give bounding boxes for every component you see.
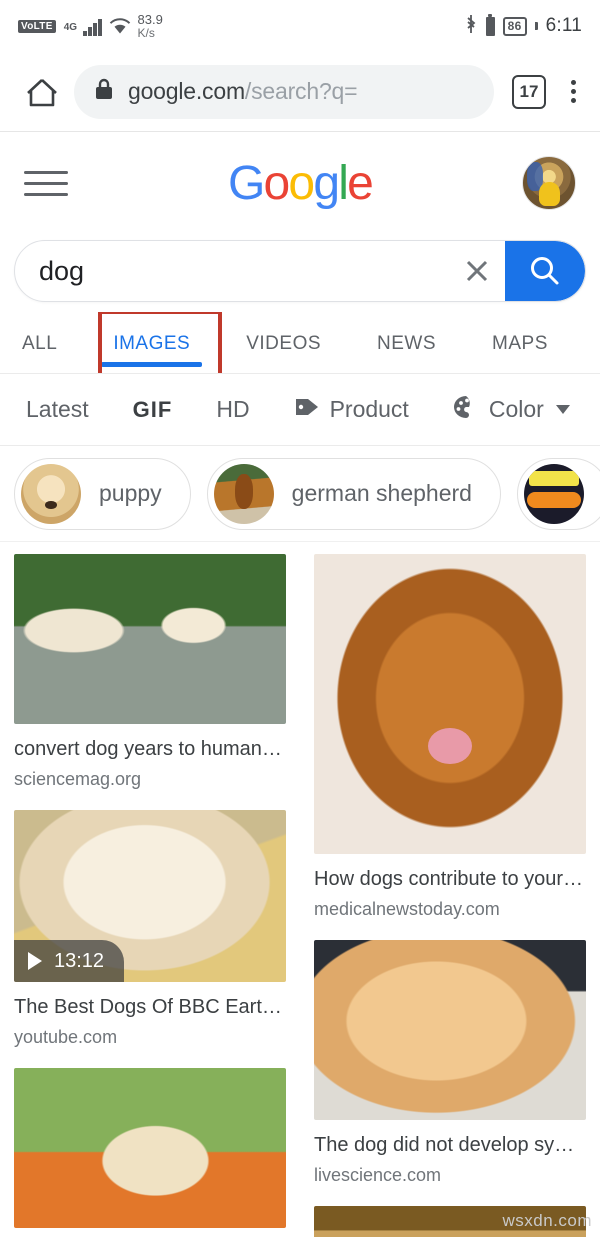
chevron-down-icon[interactable] [555, 405, 570, 414]
filter-color-label: Color [488, 396, 544, 422]
home-icon[interactable] [16, 76, 68, 108]
signal-strength-icon [83, 16, 102, 36]
result-card-sciencemag[interactable]: convert dog years to human y… sciencemag… [14, 554, 286, 790]
result-card-livescience[interactable]: The dog did not develop symp… livescienc… [314, 940, 586, 1186]
logo-letter-g2: g [313, 156, 340, 210]
filter-hd-label: HD [216, 396, 250, 422]
url-domain: google.com [128, 78, 245, 104]
related-chip-puppy[interactable]: puppy [14, 457, 191, 530]
battery-percent-badge: 86 [502, 16, 527, 36]
browser-toolbar: google.com/search?q= 17 [0, 52, 600, 132]
image-results-grid: convert dog years to human y… sciencemag… [0, 542, 600, 1237]
tag-icon [294, 396, 320, 424]
close-icon[interactable] [449, 256, 505, 286]
google-header: Google [0, 132, 600, 234]
results-left-column: convert dog years to human y… sciencemag… [0, 542, 300, 1237]
logo-letter-e: e [347, 156, 374, 210]
search-icon [531, 257, 559, 285]
filter-latest[interactable]: Latest [26, 396, 89, 423]
volte-badge: VoLTE [18, 19, 56, 33]
overflow-menu-icon[interactable] [562, 80, 584, 103]
related-chip-german-shepherd-label: german shepherd [291, 480, 472, 506]
network-speed-unit: K/s [137, 25, 155, 40]
yellow-lab-puppy-photo[interactable]: 13:12 [14, 810, 286, 982]
status-bar: VoLTE 4G 83.9 K/s 86 6:11 [0, 0, 600, 52]
search-input[interactable]: dog [15, 256, 449, 287]
puppy-thumbnail-icon [21, 463, 81, 524]
search-area: dog [0, 234, 600, 302]
status-bar-left: VoLTE 4G 83.9 K/s [18, 13, 163, 40]
tab-news[interactable]: NEWS [377, 333, 436, 373]
result-source: medicalnewstoday.com [314, 899, 500, 919]
play-icon [28, 952, 42, 970]
result-card-partial-left[interactable] [14, 1068, 286, 1228]
avatar[interactable] [522, 156, 576, 210]
signal-bars-icon: 4G [63, 17, 78, 35]
video-duration-label: 13:12 [54, 949, 105, 972]
phone-screen: VoLTE 4G 83.9 K/s 86 6:11 google.com/sea… [0, 0, 600, 1237]
search-box[interactable]: dog [14, 240, 586, 302]
network-type-label: 4G [63, 22, 78, 33]
logo-letter-g1: G [227, 156, 265, 210]
address-bar-url: google.com/search?q= [128, 78, 358, 105]
results-right-column: How dogs contribute to your … medicalnew… [300, 542, 600, 1237]
filter-gif[interactable]: GIF [133, 397, 173, 423]
tab-count-button[interactable]: 17 [512, 74, 546, 109]
address-bar[interactable]: google.com/search?q= [74, 64, 494, 119]
status-bar-clock: 6:11 [545, 15, 582, 36]
labrador-and-puppy-photo[interactable] [14, 554, 286, 724]
hamburger-menu-icon[interactable] [24, 170, 68, 196]
tab-all[interactable]: ALL [22, 333, 57, 373]
search-vertical-tabs: ALL IMAGES VIDEOS NEWS MAPS B [0, 312, 600, 374]
filter-latest-label: Latest [26, 396, 89, 422]
url-path: /search?q= [244, 78, 358, 104]
bluetooth-icon [464, 13, 478, 40]
tab-videos[interactable]: VIDEOS [246, 333, 321, 373]
google-logo: Google [227, 156, 374, 211]
related-chip-puppy-label: puppy [99, 480, 162, 506]
video-duration-badge: 13:12 [14, 940, 125, 982]
image-filter-bar: Latest GIF HD Product Color [0, 374, 600, 446]
german-shepherd-thumbnail-icon [213, 463, 274, 524]
result-title: The dog did not develop symp… [314, 1134, 586, 1156]
toller-smiling-photo[interactable] [314, 554, 586, 854]
palette-icon [453, 395, 479, 425]
status-bar-right: 86 6:11 [464, 13, 582, 40]
page-watermark: wsxdn.com [502, 1211, 592, 1230]
search-button[interactable] [505, 241, 585, 301]
network-speed-value: 83.9 [137, 11, 163, 27]
filter-gif-label: GIF [132, 396, 173, 422]
logo-letter-l: l [338, 156, 349, 210]
result-title: The Best Dogs Of BBC Earth | … [14, 996, 286, 1018]
result-source: sciencemag.org [14, 769, 142, 789]
filter-product-label: Product [329, 396, 409, 422]
golden-retriever-in-flowers-photo[interactable] [14, 1068, 286, 1228]
battery-cap-icon [534, 22, 538, 30]
result-title: convert dog years to human y… [14, 738, 286, 760]
related-chip-german-shepherd[interactable]: german shepherd [206, 457, 501, 530]
result-source: livescience.com [314, 1165, 442, 1185]
filter-hd[interactable]: HD [216, 396, 249, 423]
related-searches-row: puppy german shepherd [0, 446, 600, 542]
battery-icon [485, 13, 495, 36]
logo-letter-o2: o [288, 156, 315, 210]
logo-letter-o1: o [263, 156, 291, 210]
catdog-thumbnail-icon [523, 463, 584, 524]
pomeranian-lying-photo[interactable] [314, 940, 586, 1120]
result-source: youtube.com [14, 1027, 118, 1047]
tab-maps[interactable]: MAPS [492, 333, 548, 373]
tab-images[interactable]: IMAGES [101, 333, 203, 373]
filter-product[interactable]: Product [294, 396, 409, 424]
result-card-youtube[interactable]: 13:12 The Best Dogs Of BBC Earth | … you… [14, 810, 286, 1048]
result-card-medicalnewstoday[interactable]: How dogs contribute to your … medicalnew… [314, 554, 586, 920]
result-title: How dogs contribute to your … [314, 868, 586, 890]
related-chip-catdog[interactable] [516, 457, 600, 530]
lock-icon [94, 77, 114, 106]
wifi-icon [109, 17, 131, 35]
filter-color[interactable]: Color [453, 395, 570, 425]
network-speed-indicator: 83.9 K/s [138, 13, 163, 40]
